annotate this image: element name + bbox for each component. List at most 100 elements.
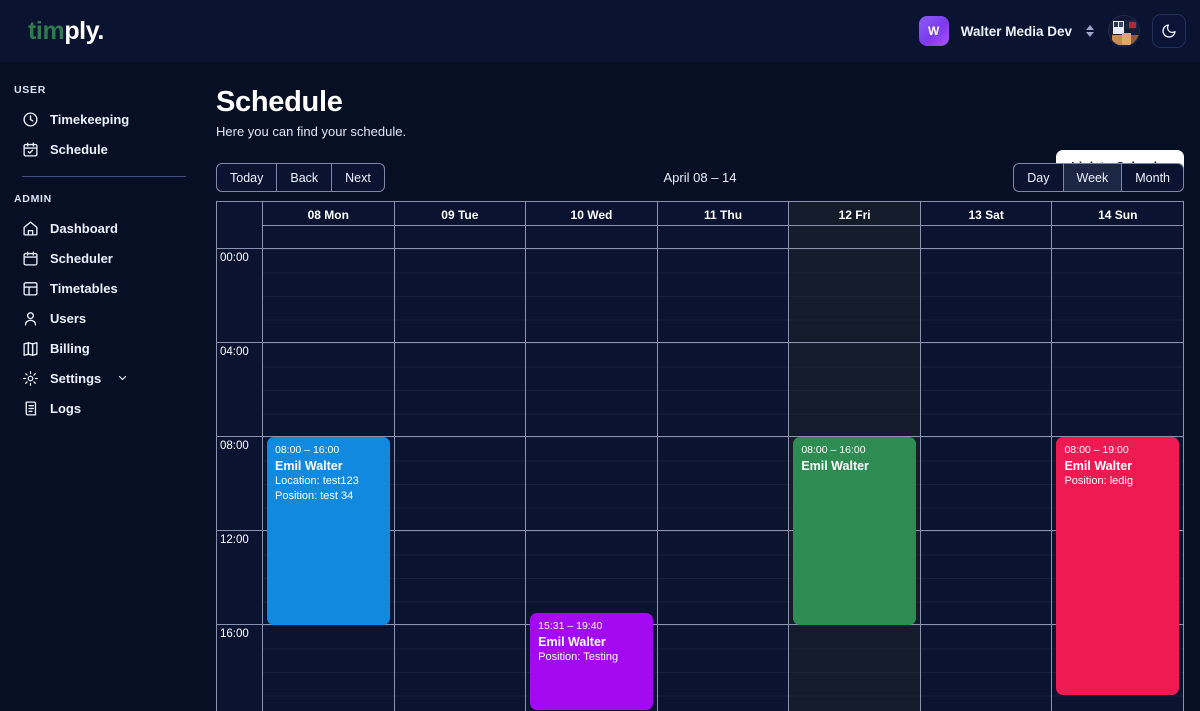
event-meta: Position: Testing <box>538 651 619 664</box>
sidebar-item-settings[interactable]: Settings <box>0 363 208 393</box>
day-header[interactable]: 10 Wed <box>526 202 657 249</box>
time-slot[interactable] <box>526 531 657 625</box>
day-column[interactable]: 13 Sat <box>920 202 1053 711</box>
day-column[interactable]: 14 Sun 08:00 – 19:00 Emil Walter Position: … <box>1052 202 1183 711</box>
up-down-chevron-icon[interactable] <box>1084 25 1096 37</box>
calendar-event[interactable]: 08:00 – 19:00 Emil Walter Position: ledig <box>1056 437 1180 695</box>
sidebar-item-schedule[interactable]: Schedule <box>0 134 208 164</box>
time-slot[interactable] <box>920 249 1052 343</box>
clock-icon <box>23 111 38 127</box>
calendar-event[interactable]: 08:00 – 16:00 Emil Walter Location: test12… <box>267 437 390 625</box>
event-title: Emil Walter <box>1064 458 1133 473</box>
sidebar-item-timekeeping[interactable]: Timekeeping <box>0 104 208 134</box>
time-slot[interactable] <box>920 531 1052 625</box>
time-slot[interactable] <box>394 437 526 531</box>
sidebar-item-billing[interactable]: Billing <box>0 333 208 363</box>
time-slot[interactable] <box>789 343 920 437</box>
page-subtitle: Here you can find your schedule. <box>216 124 407 139</box>
time-label: 12:00 <box>217 531 262 625</box>
calendar-icon <box>23 250 38 266</box>
sidebar-item-logs[interactable]: Logs <box>0 393 208 423</box>
sidebar-item-label: Scheduler <box>50 250 113 266</box>
sidebar-item-label: Timekeeping <box>50 111 130 127</box>
all-day-row[interactable] <box>394 225 526 252</box>
day-slots <box>394 249 526 711</box>
home-icon <box>23 220 38 236</box>
all-day-row[interactable] <box>1052 225 1183 252</box>
time-slot[interactable] <box>263 343 394 437</box>
day-column[interactable]: 09 Tue <box>394 202 527 711</box>
today-button[interactable]: Today <box>216 163 278 192</box>
day-header[interactable]: 09 Tue <box>394 202 526 252</box>
day-header[interactable]: 11 Thu <box>657 202 789 252</box>
time-label: 08:00 <box>217 437 262 531</box>
top-bar-right: W Walter Media Dev <box>918 14 1186 48</box>
day-header[interactable]: 13 Sat <box>920 202 1052 252</box>
time-slot[interactable] <box>526 343 657 437</box>
view-week-button[interactable]: Week <box>1063 163 1123 192</box>
sidebar-item-scheduler[interactable]: Scheduler <box>0 243 208 273</box>
all-day-row[interactable] <box>526 225 657 252</box>
theme-toggle-button[interactable] <box>1152 14 1186 48</box>
calendar-view-group: Day Week Month <box>1013 163 1184 192</box>
calendar-event[interactable]: 15:31 – 19:40 Emil Walter Position: Testin… <box>530 613 653 710</box>
sidebar-item-label: Dashboard <box>50 220 118 236</box>
chevron-down-icon[interactable] <box>114 372 131 384</box>
time-slot[interactable] <box>657 531 789 625</box>
time-slot[interactable] <box>789 249 920 343</box>
time-slot[interactable] <box>1052 343 1183 437</box>
day-slots: 15:31 – 19:40 Emil Walter Position: Testin… <box>526 249 657 711</box>
sidebar-item-users[interactable]: Users <box>0 303 208 333</box>
day-slots <box>657 249 789 711</box>
time-slot[interactable] <box>526 437 657 531</box>
week-calendar[interactable]: 00:00 04:00 08:00 12:00 16:00 08 Mon 08:0… <box>216 201 1184 711</box>
time-slot[interactable] <box>394 625 526 711</box>
day-header[interactable]: 12 Fri <box>789 202 920 249</box>
sidebar: USER Timekeeping Schedule ADMIN Dashboar… <box>0 62 208 711</box>
time-slot[interactable] <box>920 343 1052 437</box>
time-slot[interactable] <box>526 249 657 343</box>
all-day-row[interactable] <box>920 225 1052 252</box>
calendar-nav-group: Today Back Next <box>216 163 385 192</box>
all-day-row[interactable] <box>789 225 920 252</box>
day-header[interactable]: 08 Mon <box>263 202 394 249</box>
avatar[interactable] <box>1108 15 1140 47</box>
day-slots: 08:00 – 16:00 Emil Walter Location: test12… <box>263 249 394 711</box>
sidebar-item-label: Users <box>50 310 87 326</box>
app-shell: USER Timekeeping Schedule ADMIN Dashboar… <box>0 62 1200 711</box>
sidebar-item-label: Settings <box>50 370 102 386</box>
org-badge[interactable]: W <box>918 16 949 46</box>
time-slot[interactable] <box>789 625 920 711</box>
day-column[interactable]: 12 Fri 08:00 – 16:00 Emil Walter <box>789 202 921 711</box>
sidebar-item-dashboard[interactable]: Dashboard <box>0 213 208 243</box>
all-day-row[interactable] <box>657 225 789 252</box>
time-slot[interactable] <box>657 343 789 437</box>
time-slot[interactable] <box>920 437 1052 531</box>
day-slots: 08:00 – 19:00 Emil Walter Position: ledig <box>1052 249 1183 711</box>
time-slot[interactable] <box>394 249 526 343</box>
time-slot[interactable] <box>263 625 394 711</box>
back-button[interactable]: Back <box>277 163 333 192</box>
sidebar-item-timetables[interactable]: Timetables <box>0 273 208 303</box>
time-slot[interactable] <box>394 343 526 437</box>
day-column[interactable]: 10 Wed 15:31 – 19:40 Emil Walter Position: … <box>526 202 658 711</box>
time-slot[interactable] <box>394 531 526 625</box>
time-slot[interactable] <box>1052 249 1183 343</box>
app-logo[interactable]: timply. <box>14 17 206 46</box>
day-column[interactable]: 11 Thu <box>657 202 790 711</box>
time-slot[interactable] <box>657 437 789 531</box>
day-column[interactable]: 08 Mon 08:00 – 16:00 Emil Walter Location: … <box>263 202 395 711</box>
time-slot[interactable] <box>263 249 394 343</box>
day-header[interactable]: 14 Sun <box>1052 202 1183 249</box>
all-day-row[interactable] <box>263 225 394 252</box>
view-month-button[interactable]: Month <box>1122 163 1184 192</box>
time-gutter-header <box>217 202 262 249</box>
time-slot[interactable] <box>657 249 789 343</box>
next-button[interactable]: Next <box>332 163 385 192</box>
calendar-event[interactable]: 08:00 – 16:00 Emil Walter <box>793 437 916 625</box>
view-day-button[interactable]: Day <box>1013 163 1064 192</box>
time-slot[interactable] <box>920 625 1052 711</box>
time-slot[interactable] <box>657 625 789 711</box>
sidebar-item-label: Timetables <box>50 280 118 296</box>
event-meta: Location: test123 <box>275 475 359 488</box>
